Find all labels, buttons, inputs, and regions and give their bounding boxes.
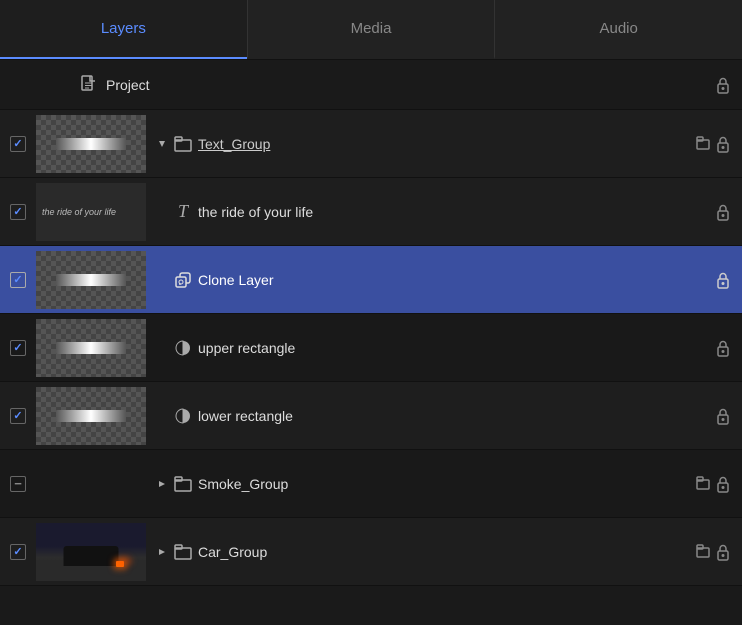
project-label: Project bbox=[106, 77, 716, 93]
smoke-group-label: Smoke_Group bbox=[198, 476, 696, 492]
clone-label: Clone Layer bbox=[198, 272, 716, 288]
layer-row-car-group[interactable]: Car_Group bbox=[0, 518, 742, 586]
tab-layers[interactable]: Layers bbox=[0, 0, 247, 59]
text-icon: T bbox=[172, 201, 194, 222]
lock-icon[interactable] bbox=[716, 203, 730, 221]
group-flag-icon[interactable] bbox=[696, 136, 710, 152]
clone-right-icons bbox=[716, 271, 742, 289]
car-group-right-icons bbox=[696, 543, 742, 561]
checkbox-car-group[interactable] bbox=[0, 544, 36, 560]
shape-icon-upper bbox=[172, 339, 194, 357]
thumb-clone bbox=[36, 251, 146, 309]
tab-bar: Layers Media Audio bbox=[0, 0, 742, 60]
layers-list: Project Text_Group bbox=[0, 60, 742, 586]
tab-audio[interactable]: Audio bbox=[494, 0, 742, 59]
checkbox-text[interactable] bbox=[0, 204, 36, 220]
group-flag-icon[interactable] bbox=[696, 544, 710, 560]
checkbox-text-group[interactable] bbox=[0, 136, 36, 152]
lock-icon[interactable] bbox=[716, 271, 730, 289]
text-group-right-icons bbox=[696, 135, 742, 153]
thumb-lower-rect bbox=[36, 387, 146, 445]
expand-text-group[interactable] bbox=[152, 139, 172, 149]
thumb-car-group bbox=[36, 523, 146, 581]
text-group-label: Text_Group bbox=[198, 136, 696, 152]
text-label: the ride of your life bbox=[198, 204, 716, 220]
lock-icon[interactable] bbox=[716, 407, 730, 425]
layer-row-text[interactable]: the ride of your life T the ride of your… bbox=[0, 178, 742, 246]
checkbox-upper-rect[interactable] bbox=[0, 340, 36, 356]
layer-row-clone[interactable]: Clone Layer bbox=[0, 246, 742, 314]
lock-icon[interactable] bbox=[716, 475, 730, 493]
group-flag-icon[interactable] bbox=[696, 476, 710, 492]
group-icon-car bbox=[172, 544, 194, 560]
lock-icon[interactable] bbox=[716, 339, 730, 357]
thumb-text: the ride of your life bbox=[36, 183, 146, 241]
lower-rect-label: lower rectangle bbox=[198, 408, 716, 424]
upper-rect-label: upper rectangle bbox=[198, 340, 716, 356]
layer-row-text-group[interactable]: Text_Group bbox=[0, 110, 742, 178]
checkbox-clone[interactable] bbox=[0, 272, 36, 288]
text-right-icons bbox=[716, 203, 742, 221]
layer-row-project[interactable]: Project bbox=[0, 60, 742, 110]
document-icon bbox=[78, 75, 100, 94]
project-right-icons bbox=[716, 76, 742, 94]
group-icon bbox=[172, 136, 194, 152]
smoke-group-right-icons bbox=[696, 475, 742, 493]
expand-car-group[interactable] bbox=[152, 547, 172, 557]
layer-row-upper-rect[interactable]: upper rectangle bbox=[0, 314, 742, 382]
car-group-label: Car_Group bbox=[198, 544, 696, 560]
lower-rect-right-icons bbox=[716, 407, 742, 425]
layer-row-smoke-group[interactable]: Smoke_Group bbox=[0, 450, 742, 518]
upper-rect-right-icons bbox=[716, 339, 742, 357]
thumb-text-group bbox=[36, 115, 146, 173]
no-thumb-smoke bbox=[36, 455, 146, 513]
lock-icon[interactable] bbox=[716, 543, 730, 561]
group-icon-smoke bbox=[172, 476, 194, 492]
lock-icon[interactable] bbox=[716, 76, 730, 94]
clone-icon bbox=[172, 271, 194, 289]
checkbox-lower-rect[interactable] bbox=[0, 408, 36, 424]
expand-smoke-group[interactable] bbox=[152, 479, 172, 489]
tab-media[interactable]: Media bbox=[247, 0, 495, 59]
lock-icon[interactable] bbox=[716, 135, 730, 153]
thumb-upper-rect bbox=[36, 319, 146, 377]
layer-row-lower-rect[interactable]: lower rectangle bbox=[0, 382, 742, 450]
checkbox-smoke-group[interactable] bbox=[0, 476, 36, 492]
shape-icon-lower bbox=[172, 407, 194, 425]
